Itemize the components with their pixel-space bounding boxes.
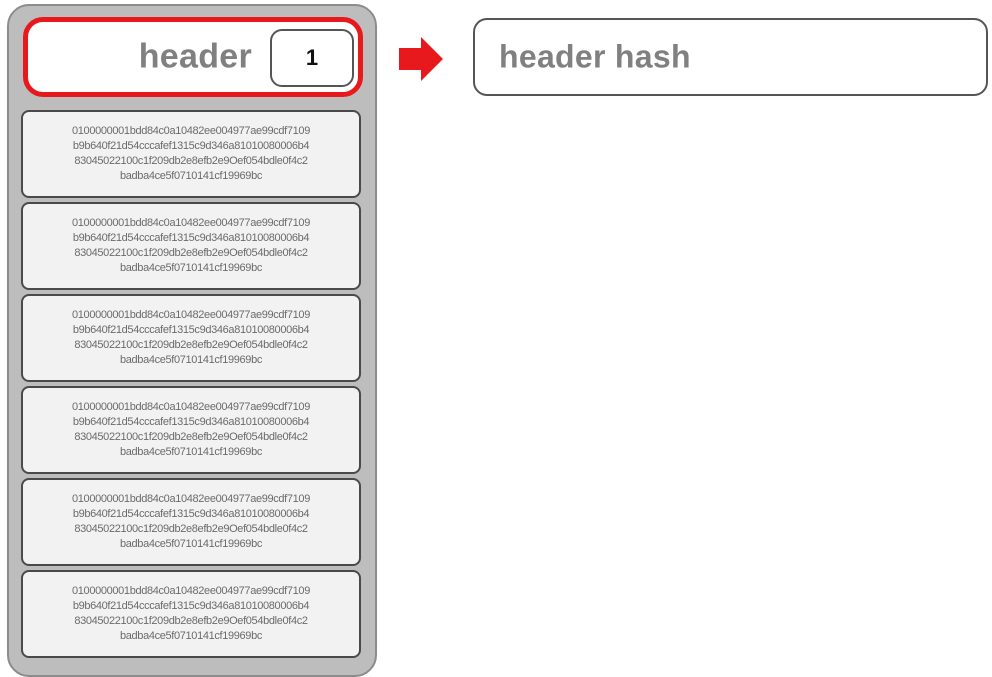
transaction-line: badba4ce5f0710141cf19969bc (120, 630, 262, 642)
transaction-line: b9b640f21d54cccafef1315c9d346a8101008000… (72, 508, 310, 520)
transaction-item: 0100000001bdd84c0a10482ee004977ae99cdf71… (21, 386, 361, 474)
arrow-right-icon (399, 37, 443, 81)
transaction-line: 83045022100c1f209db2e8efb2e9Oef054bdle0f… (74, 339, 308, 351)
transaction-line: 83045022100c1f209db2e8efb2e9Oef054bdle0f… (74, 155, 308, 167)
transaction-list: 0100000001bdd84c0a10482ee004977ae99cdf71… (21, 110, 361, 662)
transaction-line: 0100000001bdd84c0a10482ee004977ae99cdf71… (72, 125, 310, 137)
transaction-line: 83045022100c1f209db2e8efb2e9Oef054bdle0f… (74, 615, 308, 627)
transaction-line: badba4ce5f0710141cf19969bc (120, 262, 262, 274)
transaction-line: 0100000001bdd84c0a10482ee004977ae99cdf71… (72, 309, 310, 321)
block-number-badge: 1 (270, 29, 354, 87)
transaction-line: 83045022100c1f209db2e8efb2e9Oef054bdle0f… (74, 431, 308, 443)
transaction-line: 0100000001bdd84c0a10482ee004977ae99cdf71… (72, 217, 310, 229)
transaction-line: b9b640f21d54cccafef1315c9d346a8101008000… (72, 600, 310, 612)
transaction-line: 83045022100c1f209db2e8efb2e9Oef054bdle0f… (74, 247, 308, 259)
header-hash-label: header hash (499, 38, 691, 75)
transaction-line: 0100000001bdd84c0a10482ee004977ae99cdf71… (72, 401, 310, 413)
block-header: header 1 (23, 17, 363, 97)
transaction-line: badba4ce5f0710141cf19969bc (120, 170, 262, 182)
transaction-item: 0100000001bdd84c0a10482ee004977ae99cdf71… (21, 570, 361, 658)
transaction-line: b9b640f21d54cccafef1315c9d346a8101008000… (72, 140, 310, 152)
transaction-line: 0100000001bdd84c0a10482ee004977ae99cdf71… (72, 493, 310, 505)
transaction-line: badba4ce5f0710141cf19969bc (120, 538, 262, 550)
transaction-line: b9b640f21d54cccafef1315c9d346a8101008000… (72, 416, 310, 428)
transaction-line: 83045022100c1f209db2e8efb2e9Oef054bdle0f… (74, 523, 308, 535)
header-label: header (138, 37, 252, 76)
transaction-item: 0100000001bdd84c0a10482ee004977ae99cdf71… (21, 478, 361, 566)
transaction-line: 0100000001bdd84c0a10482ee004977ae99cdf71… (72, 585, 310, 597)
transaction-line: badba4ce5f0710141cf19969bc (120, 446, 262, 458)
transaction-line: badba4ce5f0710141cf19969bc (120, 354, 262, 366)
transaction-item: 0100000001bdd84c0a10482ee004977ae99cdf71… (21, 110, 361, 198)
header-hash-box: header hash (473, 18, 988, 96)
transaction-item: 0100000001bdd84c0a10482ee004977ae99cdf71… (21, 294, 361, 382)
transaction-line: b9b640f21d54cccafef1315c9d346a8101008000… (72, 324, 310, 336)
transaction-item: 0100000001bdd84c0a10482ee004977ae99cdf71… (21, 202, 361, 290)
transaction-line: b9b640f21d54cccafef1315c9d346a8101008000… (72, 232, 310, 244)
